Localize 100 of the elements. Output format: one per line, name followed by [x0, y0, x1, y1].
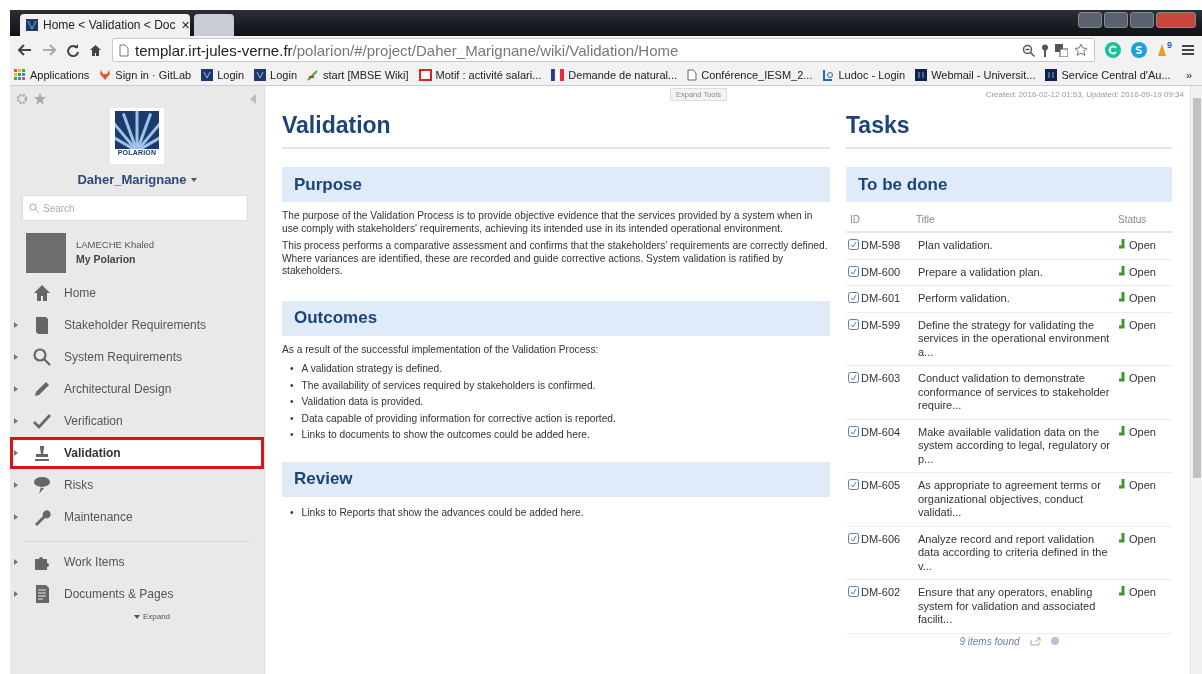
house-icon — [32, 283, 52, 303]
maximize-button[interactable] — [1130, 12, 1154, 28]
skype-icon[interactable] — [1131, 42, 1147, 58]
extension-icon[interactable] — [1105, 42, 1121, 58]
bullet-marker: • — [290, 378, 294, 393]
bookmark[interactable]: Applications — [14, 68, 90, 81]
back-icon[interactable] — [18, 44, 32, 56]
work-item-id[interactable]: DM-601 — [848, 292, 914, 306]
search-field[interactable]: Search — [22, 195, 248, 221]
address-bar[interactable]: templar.irt-jules-verne.fr/polarion/#/project/Daher_Marignane/wiki/Validation/Home — [112, 38, 1095, 62]
nav-item[interactable]: Validation — [10, 437, 264, 469]
work-item-title: Plan validation. — [918, 239, 994, 253]
browser-tab[interactable]: Home < Validation < Doc ✕ — [20, 14, 190, 36]
bookmarks-overflow-button[interactable]: » — [1185, 68, 1192, 81]
bullet-item: A validation strategy is defined. — [301, 362, 443, 376]
task-icon — [848, 372, 859, 383]
bookmark[interactable]: start [MBSE Wiki] — [307, 68, 409, 81]
key-icon[interactable] — [1041, 43, 1049, 57]
work-item-title: Define the strategy for validating the services in the operational environment a... — [918, 318, 1111, 359]
task-icon — [848, 479, 859, 490]
flag-icon — [551, 68, 565, 81]
work-item-id[interactable]: DM-599 — [848, 318, 914, 359]
work-item-id[interactable]: DM-605 — [848, 479, 914, 520]
work-item-status: Open — [1118, 372, 1170, 413]
work-item-status: Open — [1118, 265, 1170, 279]
bookmark[interactable]: Service Central d'Au... — [1045, 68, 1171, 81]
work-item-status: Open — [1118, 586, 1170, 627]
bookmark[interactable]: Ludoc - Login — [822, 68, 906, 81]
column-header: Title — [916, 214, 936, 225]
square-logo-icon — [1045, 68, 1058, 81]
tab-close-button[interactable]: ✕ — [180, 18, 190, 32]
expand-link[interactable]: Expand — [133, 612, 171, 621]
bookmark[interactable]: Login — [254, 68, 297, 81]
minimize-button[interactable] — [1104, 12, 1128, 28]
page-dates: Created: 2016-02-12 01:53, Updated: 2016-09-19 09:34 — [985, 89, 1184, 99]
star-icon[interactable] — [1074, 43, 1088, 57]
pencil-logo-icon — [307, 68, 319, 81]
bookmark[interactable]: Demande de natural... — [551, 68, 678, 81]
reload-icon[interactable] — [66, 43, 79, 57]
nav-item[interactable]: Home — [10, 277, 264, 309]
bullet-marker: • — [290, 411, 294, 426]
nav-item[interactable]: System Requirements — [10, 341, 264, 373]
paragraph: The purpose of the Validation Process is to provide objective evidence that the services provided by a system when in use comply with stakeholders' requirements, achieving its intended use in its intended operational environment. — [282, 210, 814, 235]
task-icon — [848, 318, 859, 330]
task-icon — [848, 292, 859, 303]
nav-item[interactable]: Documents & Pages — [10, 578, 264, 610]
search-icon — [32, 347, 52, 367]
work-item-title: Make available validation data on the system according to legal, regulatory or p... — [918, 425, 1111, 466]
expand-arrow-icon[interactable] — [14, 417, 18, 424]
bullet-item: The availability of services required by stakeholders is confirmed. — [301, 378, 596, 393]
nav-item[interactable]: Stakeholder Requirements — [10, 309, 264, 341]
expand-arrow-icon[interactable] — [14, 481, 18, 488]
bookmark[interactable]: Motif : activité salari... — [418, 68, 542, 81]
work-item-title: Conduct validation to demonstrate conformance of services to stakeholder require... — [918, 372, 1111, 413]
profile-button[interactable] — [1078, 12, 1102, 28]
nav-item[interactable]: Risks — [10, 469, 264, 501]
expand-arrow-icon[interactable] — [14, 321, 18, 328]
export-icon[interactable] — [1029, 636, 1041, 646]
home-icon[interactable] — [89, 43, 102, 57]
polarion-logo-icon — [26, 19, 38, 31]
project-selector[interactable]: Daher_Marignane — [77, 172, 197, 187]
work-item-status: Open — [1118, 479, 1170, 520]
bookmark[interactable]: Sign in · GitLab — [99, 68, 192, 81]
scrollbar[interactable] — [1190, 86, 1202, 674]
work-item-status: Open — [1118, 292, 1170, 306]
work-item-id[interactable]: DM-598 — [848, 239, 914, 253]
nav-item[interactable]: Maintenance — [10, 501, 264, 533]
work-item-id[interactable]: DM-600 — [848, 265, 914, 279]
expand-arrow-icon[interactable] — [14, 449, 18, 456]
nav-item[interactable]: Verification — [10, 405, 264, 437]
bookmark[interactable]: Login — [201, 68, 245, 81]
translate-icon[interactable] — [1055, 43, 1068, 57]
zoom-out-icon[interactable] — [1022, 43, 1035, 57]
expand-arrow-icon[interactable] — [14, 513, 18, 520]
nav-item[interactable]: Work Items — [10, 546, 264, 578]
bookmark[interactable]: Webmail - Universit... — [915, 68, 1036, 81]
menu-icon[interactable] — [1182, 44, 1194, 56]
work-item-id[interactable]: DM-602 — [848, 586, 914, 627]
expand-arrow-icon[interactable] — [14, 558, 18, 565]
star-icon[interactable] — [34, 93, 46, 105]
tasks-title: Tasks — [846, 112, 1172, 149]
expand-arrow-icon[interactable] — [14, 385, 18, 392]
page-title: Validation — [282, 112, 830, 149]
work-item-status: Open — [1118, 532, 1170, 573]
nav-item[interactable]: Architectural Design — [10, 373, 264, 405]
expand-arrow-icon[interactable] — [14, 590, 18, 597]
bullet-item: Validation data is provided. — [301, 395, 424, 409]
work-item-title: Ensure that any operators, enabling system for validation and associated facilit... — [918, 586, 1097, 627]
work-item-id[interactable]: DM-603 — [848, 372, 914, 413]
bookmark[interactable]: Conférence_IESM_2... — [687, 68, 813, 81]
work-item-id[interactable]: DM-604 — [848, 425, 914, 466]
search-icon — [29, 203, 39, 213]
work-item-title: As appropriate to agreement terms or organizational objectives, conduct validati... — [918, 479, 1102, 520]
my-polarion-link[interactable]: My Polarion — [76, 253, 155, 265]
forward-icon[interactable] — [42, 44, 56, 56]
expand-arrow-icon[interactable] — [14, 353, 18, 360]
work-item-id[interactable]: DM-606 — [848, 532, 914, 573]
square-logo-icon — [915, 68, 928, 81]
sunburst-logo-icon — [115, 111, 159, 149]
settings-icon[interactable] — [16, 93, 28, 105]
